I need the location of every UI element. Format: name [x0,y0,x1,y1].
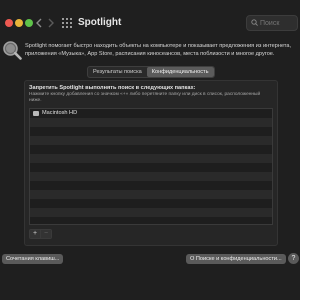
empty-row [30,217,272,224]
back-button[interactable] [33,16,45,30]
empty-row [30,199,272,208]
title-bar: Spotlight [0,10,300,38]
help-button[interactable]: ? [288,253,299,264]
tab-privacy[interactable]: Конфиденциальность [146,67,214,77]
search-icon [251,19,258,26]
empty-row [30,208,272,217]
empty-row [30,190,272,199]
window-title: Spotlight [78,17,122,28]
zoom-window-button[interactable] [25,19,33,27]
search-field[interactable] [246,15,298,31]
list-item-label: Macintosh HD [42,110,78,116]
chevron-left-icon [36,18,42,28]
add-folder-button[interactable]: + [30,230,40,238]
privacy-title: Запретить Spotlight выполнять поиск в сл… [29,85,196,91]
disk-icon [33,111,39,116]
pane-description: Spotlight помогает быстро находить объек… [25,43,292,57]
empty-row [30,154,272,163]
empty-row [30,136,272,145]
empty-row [30,127,272,136]
add-remove-control: + − [29,229,52,239]
privacy-hint: Нажмите кнопку добавления со значком «+»… [29,92,261,103]
show-all-grid-icon[interactable] [62,18,72,28]
tab-search-results[interactable]: Результаты поиска [88,67,147,77]
keyboard-shortcuts-button[interactable]: Сочетания клавиш... [2,254,64,264]
empty-row [30,118,272,127]
remove-folder-button[interactable]: − [40,230,51,238]
empty-row [30,181,272,190]
excluded-folders-list[interactable]: Macintosh HD [29,108,273,225]
forward-button[interactable] [45,16,57,30]
empty-row [30,163,272,172]
preferences-window: Spotlight Spotlight помогает быстро нахо… [0,0,300,300]
empty-row [30,145,272,154]
about-search-privacy-button[interactable]: О Поиске и конфиденциальности... [186,254,286,264]
minimize-window-button[interactable] [15,19,23,27]
list-item[interactable]: Macintosh HD [30,109,272,118]
close-window-button[interactable] [5,19,13,27]
privacy-panel: Запретить Spotlight выполнять поиск в сл… [24,80,278,246]
tab-bar: Результаты поиска Конфиденциальность [87,66,215,78]
search-input[interactable] [260,17,296,29]
pane-header: Spotlight помогает быстро находить объек… [0,38,300,66]
chevron-right-icon [48,18,54,28]
empty-row [30,172,272,181]
spotlight-magnifier-icon [3,41,22,60]
